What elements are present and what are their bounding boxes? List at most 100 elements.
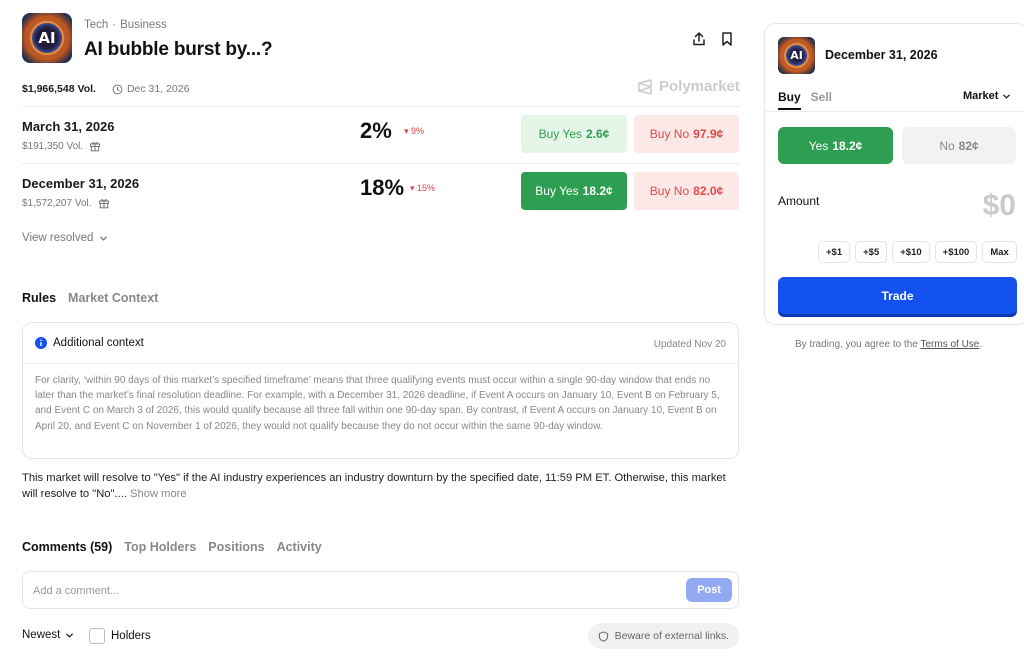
share-icon[interactable]: [691, 31, 707, 47]
preset-5-button[interactable]: +$5: [855, 241, 888, 263]
context-heading: Additional context: [35, 337, 144, 349]
divider: [22, 106, 739, 107]
buy-no-price: 97.9¢: [693, 127, 724, 141]
terms-suffix: .: [979, 339, 983, 350]
terms-notice: By trading, you agree to the Terms of Us…: [795, 339, 982, 350]
tab-comments[interactable]: Comments (59): [22, 540, 112, 554]
panel-market-logo: AI: [778, 37, 815, 74]
buy-yes-label: Buy Yes: [538, 127, 582, 141]
row-change: ▾ 9%: [404, 126, 425, 136]
view-resolved-toggle[interactable]: View resolved: [22, 232, 108, 244]
row-percent: 18%: [360, 175, 405, 200]
row-percent: 2%: [360, 118, 392, 143]
holders-checkbox[interactable]: [89, 628, 105, 644]
buy-no-price: 82.0¢: [693, 184, 724, 198]
row-date: December 31, 2026: [22, 176, 140, 191]
outcome-yes-label: Yes: [808, 138, 829, 153]
sort-dropdown[interactable]: Newest: [22, 629, 74, 641]
clock-icon: [112, 84, 123, 94]
amount-input[interactable]: $0: [983, 189, 1016, 223]
preset-1-button[interactable]: +$1: [818, 241, 851, 263]
tab-rules[interactable]: Rules: [22, 291, 56, 305]
resolution-body: This market will resolve to "Yes" if the…: [22, 472, 726, 500]
comment-input[interactable]: [33, 581, 633, 601]
gift-icon: [98, 199, 109, 209]
market-row[interactable]: March 31, 2026 $191,350 Vol. 2% ▾ 9% Buy…: [22, 108, 739, 160]
buy-no-button[interactable]: Buy No 97.9¢: [634, 115, 739, 153]
divider: [23, 363, 738, 364]
gift-icon: [90, 142, 101, 152]
market-logo: AI: [22, 13, 72, 63]
tab-sell[interactable]: Sell: [811, 90, 832, 110]
category-tech[interactable]: Tech: [84, 19, 108, 31]
rules-tabs: Rules Market Context: [22, 291, 158, 305]
preset-10-button[interactable]: +$10: [892, 241, 930, 263]
market-row[interactable]: December 31, 2026 $1,572,207 Vol. 18% ▾ …: [22, 165, 739, 217]
tab-activity[interactable]: Activity: [277, 540, 322, 554]
comment-box: Post: [22, 571, 739, 609]
tab-buy[interactable]: Buy: [778, 90, 801, 110]
panel-title: December 31, 2026: [825, 48, 938, 62]
order-type-dropdown[interactable]: Market: [963, 90, 1011, 102]
outcome-no-label: No: [939, 138, 955, 153]
holders-filter[interactable]: Holders: [89, 628, 151, 644]
beware-text: Beware of external links.: [614, 630, 729, 642]
context-updated: Updated Nov 20: [653, 339, 726, 350]
row-volume: $1,572,207 Vol.: [22, 197, 110, 209]
brand-text: Polymarket: [659, 78, 740, 95]
preset-100-button[interactable]: +$100: [934, 241, 978, 263]
view-resolved-label: View resolved: [22, 232, 94, 244]
comment-filters: Newest Holders Beware of external links.: [22, 623, 739, 650]
chevron-down-icon: [66, 633, 74, 638]
outcome-no-price: 82¢: [958, 138, 979, 153]
total-volume: $1,966,548 Vol.: [22, 83, 96, 95]
resolution-text: This market will resolve to "Yes" if the…: [22, 470, 739, 502]
row-change-value: 15%: [417, 183, 436, 193]
terms-link[interactable]: Terms of Use: [920, 339, 979, 350]
amount-presets: +$1 +$5 +$10 +$100 Max: [818, 241, 1017, 263]
buy-yes-price: 18.2¢: [582, 184, 613, 198]
row-date: March 31, 2026: [22, 119, 115, 134]
show-more-link[interactable]: Show more: [130, 488, 187, 500]
bookmark-icon[interactable]: [719, 31, 735, 47]
tab-top-holders[interactable]: Top Holders: [124, 540, 196, 554]
row-volume-text: $1,572,207 Vol.: [22, 197, 92, 209]
tab-positions[interactable]: Positions: [208, 540, 264, 554]
polymarket-logo-icon: [638, 78, 652, 95]
trade-panel: AI December 31, 2026 Buy Sell Market Yes…: [764, 23, 1024, 325]
additional-context-card: Additional context Updated Nov 20 For cl…: [22, 322, 739, 459]
max-button[interactable]: Max: [982, 241, 1017, 263]
outcome-yes-button[interactable]: Yes 18.2¢: [778, 127, 893, 164]
trade-button[interactable]: Trade: [778, 277, 1017, 314]
divider: [765, 111, 1024, 112]
beware-notice: Beware of external links.: [587, 623, 739, 649]
sort-label: Newest: [22, 629, 61, 641]
outcome-yes-price: 18.2¢: [832, 138, 863, 153]
tab-market-context[interactable]: Market Context: [68, 291, 158, 305]
row-change: ▾ 15%: [410, 183, 436, 193]
context-heading-text: Additional context: [53, 337, 144, 349]
market-meta: $1,966,548 Vol. Dec 31, 2026: [22, 83, 189, 95]
end-date: Dec 31, 2026: [112, 83, 189, 95]
buy-no-button[interactable]: Buy No 82.0¢: [634, 172, 739, 210]
info-icon: [35, 337, 47, 349]
buy-yes-button[interactable]: Buy Yes 18.2¢: [521, 172, 627, 210]
buy-yes-price: 2.6¢: [586, 127, 610, 141]
buy-no-label: Buy No: [649, 184, 690, 198]
polymarket-brand: Polymarket: [637, 78, 740, 95]
chevron-down-icon: [100, 236, 108, 241]
buy-no-label: Buy No: [649, 127, 690, 141]
shield-icon: [598, 630, 608, 642]
post-button[interactable]: Post: [686, 578, 732, 602]
amount-label: Amount: [778, 194, 820, 208]
row-change-value: 9%: [411, 126, 425, 136]
row-volume-text: $191,350 Vol.: [22, 140, 84, 152]
terms-prefix: By trading, you agree to the: [795, 339, 918, 350]
order-type-label: Market: [963, 90, 999, 102]
buy-yes-button[interactable]: Buy Yes 2.6¢: [521, 115, 627, 153]
divider: [22, 163, 739, 164]
chevron-down-icon: [1003, 94, 1011, 99]
category-business[interactable]: Business: [120, 19, 167, 31]
outcome-no-button[interactable]: No 82¢: [902, 127, 1016, 164]
logo-text: AI: [790, 49, 803, 62]
